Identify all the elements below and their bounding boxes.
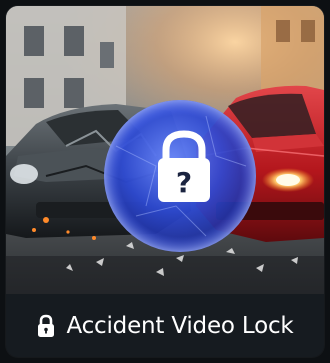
accident-video-lock-tile[interactable]: ? Accident Video Lock (6, 6, 324, 357)
padlock-icon (38, 314, 55, 337)
padlock-question-icon: ? (104, 100, 256, 252)
tile-title: Accident Video Lock (66, 312, 294, 339)
accident-scene-image: ? (6, 6, 324, 294)
svg-text:?: ? (176, 166, 192, 199)
tile-label-bar: Accident Video Lock (6, 294, 324, 357)
